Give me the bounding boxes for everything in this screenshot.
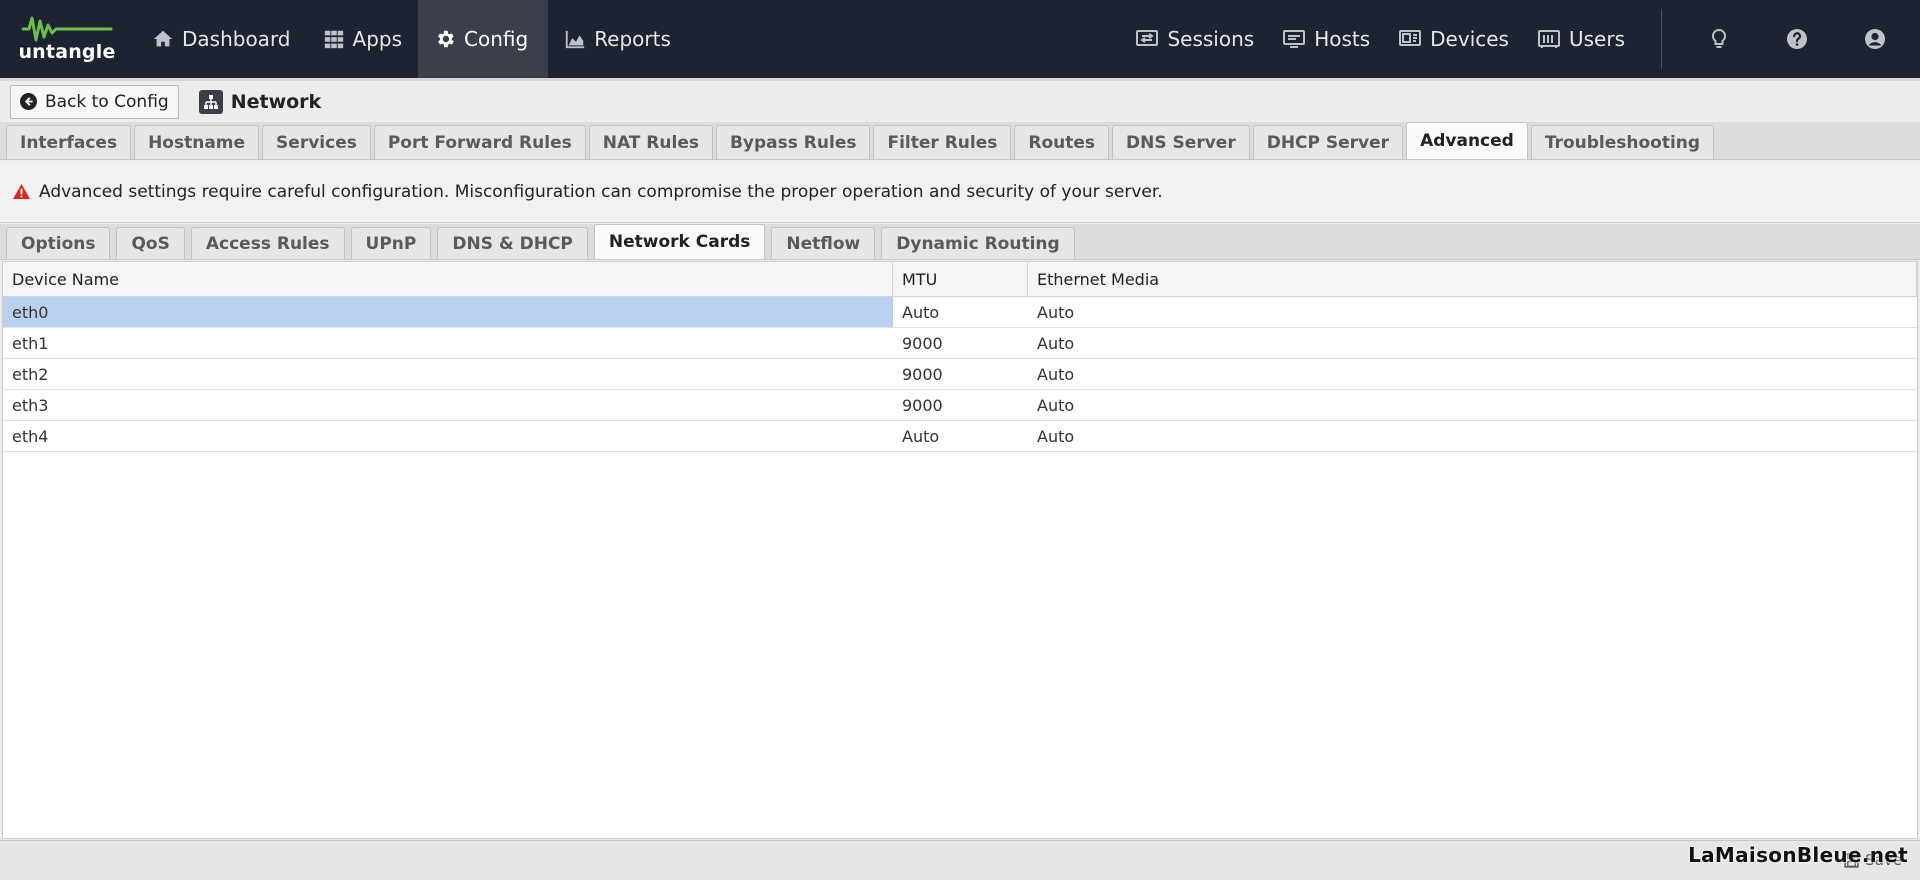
cell-device-name: eth0 xyxy=(3,297,893,327)
nav-devices-label: Devices xyxy=(1430,27,1509,51)
grid-header: Device Name MTU Ethernet Media xyxy=(3,262,1917,297)
nav-hosts[interactable]: Hosts xyxy=(1268,0,1384,78)
network-cards-grid: Device Name MTU Ethernet Media eth0 Auto… xyxy=(2,261,1918,839)
nav-config[interactable]: Config xyxy=(418,0,549,78)
nav-config-label: Config xyxy=(464,27,529,51)
grid-icon xyxy=(324,30,343,49)
area-chart-icon xyxy=(566,30,585,49)
column-header-ethernet-media[interactable]: Ethernet Media xyxy=(1028,262,1917,296)
tab-routes[interactable]: Routes xyxy=(1014,125,1110,159)
subtab-access-rules[interactable]: Access Rules xyxy=(190,227,345,259)
subtab-network-cards[interactable]: Network Cards xyxy=(593,224,766,259)
watermark: LaMaisonBleue.net xyxy=(1688,843,1908,867)
help-button[interactable] xyxy=(1758,0,1836,78)
nav-dashboard-label: Dashboard xyxy=(182,27,291,51)
network-tabs: Interfaces Hostname Services Port Forwar… xyxy=(0,122,1920,160)
table-row[interactable]: eth4 Auto Auto xyxy=(3,421,1917,452)
nav-reports-label: Reports xyxy=(594,27,671,51)
waveform-icon xyxy=(21,16,113,42)
nav-sessions[interactable]: Sessions xyxy=(1121,0,1268,78)
table-row[interactable]: eth0 Auto Auto xyxy=(3,297,1917,328)
sessions-icon xyxy=(1136,30,1159,46)
nav-devices[interactable]: Devices xyxy=(1384,0,1523,78)
logo-text: untangle xyxy=(18,41,116,63)
table-row[interactable]: eth1 9000 Auto xyxy=(3,328,1917,359)
tab-bypass-rules[interactable]: Bypass Rules xyxy=(715,125,871,159)
top-navbar: untangle Dashboard Apps Config Reports S… xyxy=(0,0,1920,78)
subtab-qos[interactable]: QoS xyxy=(116,227,185,259)
cell-mtu[interactable]: 9000 xyxy=(893,390,1028,420)
subtab-options[interactable]: Options xyxy=(6,227,111,259)
subtab-netflow[interactable]: Netflow xyxy=(771,227,876,259)
account-button[interactable] xyxy=(1836,0,1914,78)
subtab-dns-dhcp[interactable]: DNS & DHCP xyxy=(437,227,588,259)
cell-ethernet-media[interactable]: Auto xyxy=(1028,421,1917,451)
page-title: Network xyxy=(198,89,322,114)
home-icon xyxy=(153,30,173,47)
advanced-warning: Advanced settings require careful config… xyxy=(0,161,1920,223)
cell-ethernet-media[interactable]: Auto xyxy=(1028,297,1917,327)
nav-apps-label: Apps xyxy=(352,27,403,51)
untangle-logo[interactable]: untangle xyxy=(8,0,126,78)
table-row[interactable]: eth2 9000 Auto xyxy=(3,359,1917,390)
nav-apps[interactable]: Apps xyxy=(307,0,419,78)
footer-toolbar: Save LaMaisonBleue.net xyxy=(0,840,1920,880)
column-header-mtu[interactable]: MTU xyxy=(893,262,1028,296)
tab-services[interactable]: Services xyxy=(262,125,371,159)
cell-ethernet-media[interactable]: Auto xyxy=(1028,390,1917,420)
hosts-icon xyxy=(1283,30,1306,48)
gear-icon xyxy=(438,30,454,48)
cell-mtu[interactable]: Auto xyxy=(893,421,1028,451)
tab-hostname[interactable]: Hostname xyxy=(134,125,260,159)
tab-nat-rules[interactable]: NAT Rules xyxy=(588,125,713,159)
tab-port-forward-rules[interactable]: Port Forward Rules xyxy=(373,125,586,159)
cell-mtu[interactable]: 9000 xyxy=(893,328,1028,358)
nav-sessions-label: Sessions xyxy=(1167,27,1255,51)
table-row[interactable]: eth3 9000 Auto xyxy=(3,390,1917,421)
column-header-device-name[interactable]: Device Name xyxy=(3,262,893,296)
cell-device-name: eth2 xyxy=(12,364,49,384)
lightbulb-icon xyxy=(1711,28,1727,48)
tips-button[interactable] xyxy=(1680,0,1758,78)
cell-device-name: eth1 xyxy=(12,333,49,353)
warning-triangle-icon xyxy=(13,183,30,200)
cell-device-name: eth3 xyxy=(12,395,49,415)
tab-filter-rules[interactable]: Filter Rules xyxy=(873,125,1012,159)
nav-hosts-label: Hosts xyxy=(1314,27,1371,51)
subtab-upnp[interactable]: UPnP xyxy=(350,227,432,259)
tab-troubleshooting[interactable]: Troubleshooting xyxy=(1530,125,1715,159)
cell-ethernet-media[interactable]: Auto xyxy=(1028,359,1917,389)
tab-advanced[interactable]: Advanced xyxy=(1406,122,1528,159)
warning-text: Advanced settings require careful config… xyxy=(39,181,1163,202)
back-to-config-label: Back to Config xyxy=(45,91,169,112)
user-circle-icon xyxy=(1865,29,1885,49)
arrow-left-circle-icon xyxy=(20,93,37,110)
advanced-subtabs: Options QoS Access Rules UPnP DNS & DHCP… xyxy=(0,224,1920,260)
cell-device-name: eth4 xyxy=(12,426,49,446)
subtab-dynamic-routing[interactable]: Dynamic Routing xyxy=(881,227,1075,259)
question-circle-icon xyxy=(1787,29,1807,49)
nav-reports[interactable]: Reports xyxy=(548,0,687,78)
nav-dashboard[interactable]: Dashboard xyxy=(136,0,307,78)
back-to-config-button[interactable]: Back to Config xyxy=(10,84,179,119)
cell-ethernet-media[interactable]: Auto xyxy=(1028,328,1917,358)
tab-dhcp-server[interactable]: DHCP Server xyxy=(1252,125,1404,159)
cell-mtu[interactable]: Auto xyxy=(893,297,1028,327)
config-subheader: Back to Config Network xyxy=(0,78,1920,122)
tab-dns-server[interactable]: DNS Server xyxy=(1112,125,1250,159)
tab-interfaces[interactable]: Interfaces xyxy=(6,125,132,159)
cell-mtu[interactable]: 9000 xyxy=(893,359,1028,389)
nav-users[interactable]: Users xyxy=(1523,0,1639,78)
nav-users-label: Users xyxy=(1568,27,1625,51)
users-icon xyxy=(1537,30,1560,48)
network-icon xyxy=(198,89,223,114)
devices-icon xyxy=(1399,30,1422,46)
page-title-label: Network xyxy=(230,90,322,113)
